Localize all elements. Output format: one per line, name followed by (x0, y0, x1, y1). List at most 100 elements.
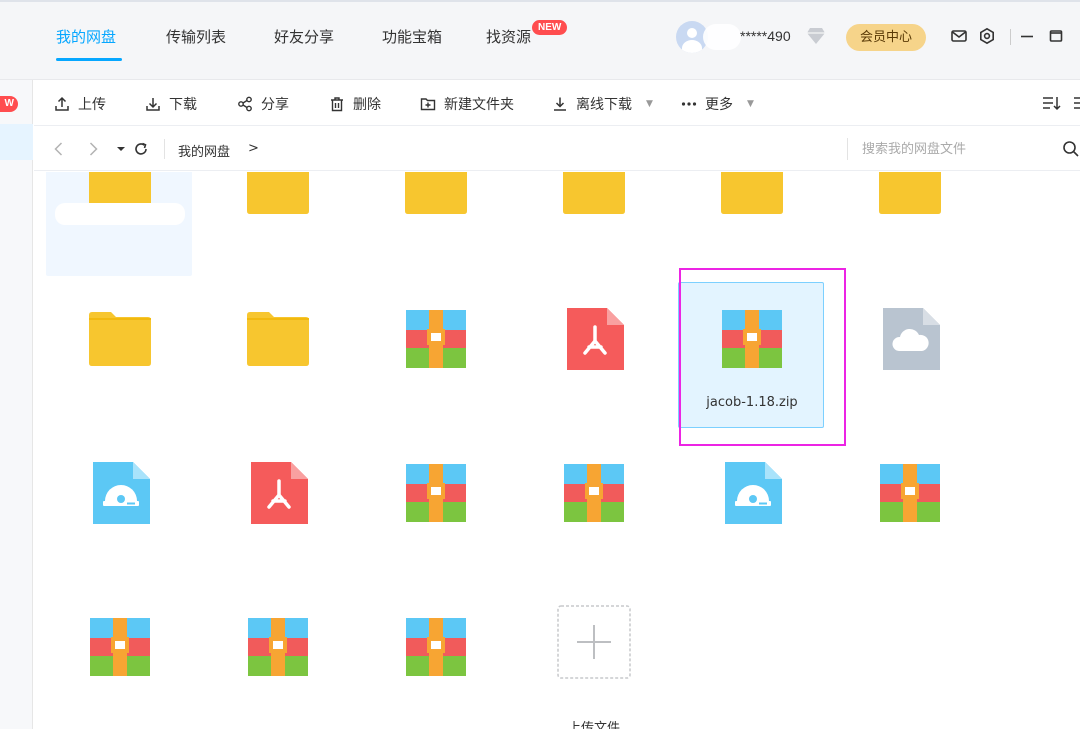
new-folder-label: 新建文件夹 (444, 97, 514, 113)
view-mode-icon[interactable] (1072, 95, 1080, 113)
upload-label: 上传 (78, 97, 106, 113)
cloud-icon (879, 307, 941, 371)
file-item[interactable] (204, 172, 350, 276)
file-item[interactable] (520, 172, 666, 276)
file-item[interactable] (362, 282, 508, 428)
file-item[interactable] (362, 172, 508, 276)
share-label: 分享 (261, 97, 289, 113)
file-item[interactable] (204, 590, 350, 729)
folder-icon (89, 307, 151, 371)
address-bar: 我的网盘 > (34, 127, 1080, 171)
top-bar: 我的网盘 传输列表 好友分享 功能宝箱 找资源 NEW *****490 会员中… (0, 0, 1080, 80)
folder-icon (721, 172, 783, 219)
file-item[interactable] (204, 282, 350, 428)
file-item[interactable] (836, 172, 982, 276)
left-sidebar: W (0, 80, 33, 729)
sidebar-selected-item[interactable] (0, 124, 33, 160)
offline-download-icon (554, 97, 566, 111)
trash-icon (331, 97, 343, 112)
active-tab-underline (56, 58, 122, 61)
chevron-down-icon: ▼ (646, 99, 653, 109)
file-item[interactable] (46, 172, 192, 276)
more-label: 更多 (705, 97, 733, 113)
upload-icon (55, 96, 69, 111)
delete-button[interactable]: 删除 (329, 94, 381, 114)
file-item[interactable] (46, 282, 192, 428)
top-line (0, 0, 1080, 2)
zip-icon (563, 461, 625, 525)
disc-icon (89, 461, 151, 525)
tab-my-disk[interactable]: 我的网盘 (56, 26, 116, 47)
chevron-down-icon: ▼ (747, 99, 754, 109)
file-name: jacob-1.18.zip (706, 395, 798, 410)
toolbar: 上传 下载 分享 删除 新建文件夹 离线下载 ▼ 更多 ▼ (34, 80, 1080, 126)
folder-icon (405, 172, 467, 219)
folder-icon (247, 307, 309, 371)
diamond-icon[interactable] (806, 27, 826, 45)
new-badge: NEW (532, 20, 568, 35)
file-item[interactable] (836, 436, 982, 582)
file-item[interactable] (204, 436, 350, 582)
settings-icon[interactable] (978, 27, 996, 45)
upload-button[interactable]: 上传 (54, 94, 106, 114)
zip-icon (405, 615, 467, 679)
file-item[interactable] (678, 436, 824, 582)
more-icon (681, 102, 697, 106)
search-icon[interactable] (1062, 140, 1080, 158)
zip-icon (879, 461, 941, 525)
vip-center-button[interactable]: 会员中心 (846, 24, 926, 51)
mail-icon[interactable] (950, 27, 968, 45)
zip-icon (721, 307, 783, 371)
folder-icon (247, 172, 309, 219)
file-item[interactable] (362, 436, 508, 582)
file-item[interactable] (520, 282, 666, 428)
new-folder-button[interactable]: 新建文件夹 (420, 94, 514, 114)
file-item[interactable] (836, 282, 982, 428)
breadcrumb-separator: > (248, 141, 259, 156)
file-item[interactable] (46, 590, 192, 729)
zip-icon (247, 615, 309, 679)
history-dropdown-icon[interactable] (112, 140, 130, 158)
minimize-icon[interactable] (1018, 27, 1036, 45)
upload-icon (557, 605, 631, 679)
folder-icon (563, 172, 625, 219)
zip-icon (405, 307, 467, 371)
offline-download-label: 离线下载 (576, 97, 632, 113)
refresh-icon[interactable] (132, 140, 150, 158)
file-item[interactable] (678, 172, 824, 276)
file-item[interactable] (46, 436, 192, 582)
download-button[interactable]: 下载 (145, 94, 197, 114)
share-button[interactable]: 分享 (237, 94, 289, 114)
file-item[interactable]: jacob-1.18.zip (678, 282, 824, 428)
download-label: 下载 (169, 97, 197, 113)
tab-friend-share[interactable]: 好友分享 (274, 26, 334, 47)
username[interactable]: *****490 (740, 28, 791, 44)
tab-toolbox[interactable]: 功能宝箱 (382, 26, 442, 47)
search-input[interactable] (862, 137, 1052, 161)
offline-download-button[interactable]: 离线下载 ▼ (552, 94, 653, 114)
more-button[interactable]: 更多 ▼ (681, 94, 754, 114)
tab-find-resources[interactable]: 找资源 (486, 26, 531, 47)
pdf-icon (563, 307, 625, 371)
disc-icon (721, 461, 783, 525)
file-item[interactable] (520, 436, 666, 582)
file-grid: jacob-1.18.zip 上传文件 (34, 172, 1080, 729)
tab-transfer-list[interactable]: 传输列表 (166, 26, 226, 47)
pdf-icon (247, 461, 309, 525)
redacted-name-blur (703, 24, 741, 50)
forward-icon[interactable] (84, 140, 102, 158)
new-badge-sidebar: W (0, 96, 18, 112)
back-icon[interactable] (50, 140, 68, 158)
zip-icon (89, 615, 151, 679)
file-item[interactable] (362, 590, 508, 729)
download-icon (146, 98, 160, 111)
redacted-name-blur (55, 203, 185, 225)
maximize-icon[interactable] (1047, 27, 1065, 45)
new-folder-icon (420, 98, 436, 111)
sort-icon[interactable] (1042, 95, 1062, 113)
avatar-head (687, 28, 697, 38)
folder-icon (879, 172, 941, 219)
breadcrumb-my-disk[interactable]: 我的网盘 (178, 141, 230, 160)
upload-file-tile[interactable]: 上传文件 (520, 590, 666, 729)
address-divider (164, 139, 165, 159)
